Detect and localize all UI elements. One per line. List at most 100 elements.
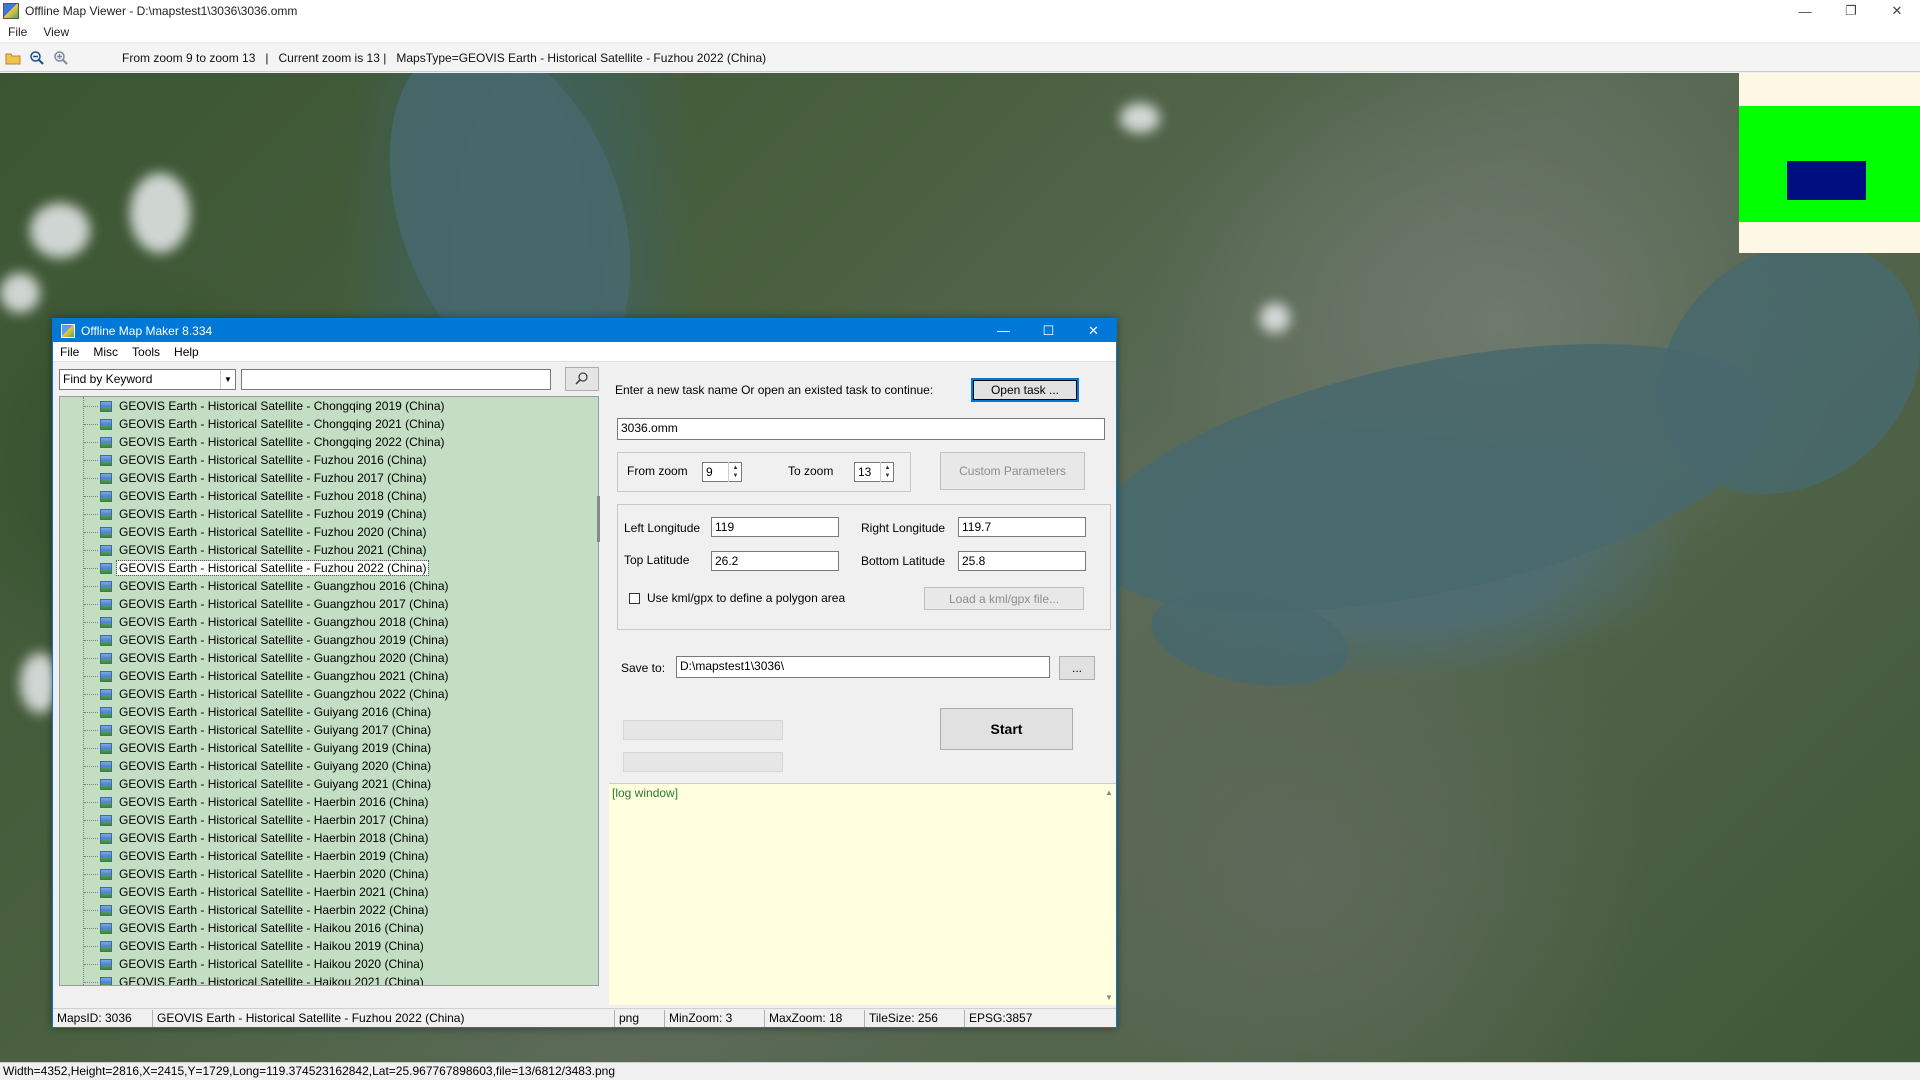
open-task-button[interactable]: Open task ... [971,378,1079,402]
map-layer-icon [100,544,112,556]
tree-item[interactable]: GEOVIS Earth - Historical Satellite - Gu… [60,721,598,739]
tree-item-label: GEOVIS Earth - Historical Satellite - Fu… [119,525,427,539]
tree-item[interactable]: GEOVIS Earth - Historical Satellite - Ha… [60,865,598,883]
maps-list-pane: Find by Keyword ▼ GEOVIS Earth - Histori… [53,363,601,986]
zoom-out-icon[interactable] [26,47,48,69]
map-layer-icon [100,670,112,682]
dialog-minimize-button[interactable]: — [981,319,1026,342]
status-epsg: EPSG:3857 [969,1010,1033,1025]
menu-help[interactable]: Help [167,345,206,359]
left-longitude-field[interactable]: 119 [711,517,839,537]
from-zoom-stepper[interactable]: ▲ ▼ [728,462,742,482]
map-layer-icon [100,814,112,826]
restore-button[interactable]: ❐ [1828,0,1874,22]
task-name-field[interactable]: 3036.omm [617,418,1105,440]
area-group: Left Longitude 119 Right Longitude 119.7… [617,504,1111,630]
tree-item[interactable]: GEOVIS Earth - Historical Satellite - Ha… [60,883,598,901]
tree-item[interactable]: GEOVIS Earth - Historical Satellite - Ha… [60,973,598,986]
custom-parameters-button[interactable]: Custom Parameters [940,452,1085,490]
tree-scrollbar[interactable] [596,396,601,986]
menu-file[interactable]: File [53,345,86,359]
tree-item[interactable]: GEOVIS Earth - Historical Satellite - Fu… [60,487,598,505]
tree-item[interactable]: GEOVIS Earth - Historical Satellite - Gu… [60,595,598,613]
tree-item[interactable]: GEOVIS Earth - Historical Satellite - Gu… [60,613,598,631]
load-kml-button[interactable]: Load a kml/gpx file... [924,587,1084,610]
save-to-field[interactable]: D:\mapstest1\3036\ [676,656,1050,678]
map-layer-icon [100,832,112,844]
tree-item[interactable]: GEOVIS Earth - Historical Satellite - Gu… [60,631,598,649]
search-input[interactable] [241,369,551,390]
tree-item[interactable]: GEOVIS Earth - Historical Satellite - Gu… [60,649,598,667]
tree-item[interactable]: GEOVIS Earth - Historical Satellite - Ha… [60,955,598,973]
zoom-in-icon[interactable] [50,47,72,69]
map-layer-icon [100,886,112,898]
search-button[interactable] [565,367,599,391]
find-mode-select[interactable]: Find by Keyword ▼ [59,369,236,390]
tree-item-label: GEOVIS Earth - Historical Satellite - Gu… [119,759,432,773]
from-zoom-value: 9 [706,465,713,479]
tree-item-label: GEOVIS Earth - Historical Satellite - Gu… [119,615,449,629]
tree-item-label: GEOVIS Earth - Historical Satellite - Ha… [119,975,424,986]
tree-item[interactable]: GEOVIS Earth - Historical Satellite - Gu… [60,739,598,757]
tree-item[interactable]: GEOVIS Earth - Historical Satellite - Ha… [60,793,598,811]
tree-item[interactable]: GEOVIS Earth - Historical Satellite - Ch… [60,415,598,433]
scroll-down-icon[interactable]: ▼ [1105,993,1113,1002]
browse-button[interactable]: ... [1059,656,1095,680]
kml-polygon-checkbox[interactable] [629,593,640,604]
chevron-down-icon[interactable]: ▼ [220,370,235,389]
menu-view[interactable]: View [35,25,77,39]
tree-item[interactable]: GEOVIS Earth - Historical Satellite - Ha… [60,901,598,919]
log-window[interactable]: [log window] ▲ ▼ [609,783,1116,1005]
tree-item-label: GEOVIS Earth - Historical Satellite - Ch… [119,399,445,413]
tree-item[interactable]: GEOVIS Earth - Historical Satellite - Ch… [60,397,598,415]
to-zoom-stepper[interactable]: ▲ ▼ [880,462,894,482]
tree-item[interactable]: GEOVIS Earth - Historical Satellite - Fu… [60,451,598,469]
tree-item[interactable]: GEOVIS Earth - Historical Satellite - Ha… [60,937,598,955]
map-layer-icon [100,778,112,790]
tree-item[interactable]: GEOVIS Earth - Historical Satellite - Gu… [60,577,598,595]
menu-tools[interactable]: Tools [125,345,167,359]
top-latitude-field[interactable]: 26.2 [711,551,839,571]
tree-item[interactable]: GEOVIS Earth - Historical Satellite - Fu… [60,505,598,523]
minimize-button[interactable]: — [1782,0,1828,22]
minimap-viewport[interactable] [1787,161,1866,200]
tree-item[interactable]: GEOVIS Earth - Historical Satellite - Gu… [60,703,598,721]
map-layer-icon [100,868,112,880]
tree-item[interactable]: GEOVIS Earth - Historical Satellite - Ha… [60,829,598,847]
scrollbar-thumb[interactable] [597,496,600,542]
map-cloud [1120,103,1160,133]
tree-item[interactable]: GEOVIS Earth - Historical Satellite - Fu… [60,541,598,559]
status-tile-size: TileSize: 256 [865,1009,965,1027]
tree-item[interactable]: GEOVIS Earth - Historical Satellite - Fu… [60,559,598,577]
dialog-maximize-button[interactable]: ☐ [1026,319,1071,342]
tree-item[interactable]: GEOVIS Earth - Historical Satellite - Fu… [60,523,598,541]
map-layer-icon [100,580,112,592]
menu-file[interactable]: File [0,25,35,39]
status-maps-name: GEOVIS Earth - Historical Satellite - Fu… [153,1009,615,1027]
close-button[interactable]: ✕ [1874,0,1920,22]
viewer-status-bar: Width=4352,Height=2816,X=2415,Y=1729,Lon… [0,1062,1920,1080]
start-button[interactable]: Start [940,708,1073,750]
tree-item[interactable]: GEOVIS Earth - Historical Satellite - Gu… [60,667,598,685]
scroll-up-icon[interactable]: ▲ [1105,788,1113,797]
maps-tree[interactable]: GEOVIS Earth - Historical Satellite - Ch… [59,396,599,986]
tree-item[interactable]: GEOVIS Earth - Historical Satellite - Ha… [60,847,598,865]
log-scrollbar[interactable]: ▲ ▼ [1102,784,1116,1006]
search-icon [575,371,589,388]
menu-misc[interactable]: Misc [86,345,125,359]
tree-item[interactable]: GEOVIS Earth - Historical Satellite - Ch… [60,433,598,451]
overview-minimap[interactable] [1739,73,1920,253]
tree-item-label: GEOVIS Earth - Historical Satellite - Fu… [119,543,427,557]
tree-item[interactable]: GEOVIS Earth - Historical Satellite - Ha… [60,919,598,937]
open-folder-icon[interactable] [2,47,24,69]
tree-item[interactable]: GEOVIS Earth - Historical Satellite - Gu… [60,757,598,775]
toolbar-separator: | [255,50,279,65]
dialog-close-button[interactable]: ✕ [1071,319,1116,342]
right-longitude-field[interactable]: 119.7 [958,517,1086,537]
tree-item-label: GEOVIS Earth - Historical Satellite - Ha… [119,885,429,899]
tree-item[interactable]: GEOVIS Earth - Historical Satellite - Ha… [60,811,598,829]
tree-item[interactable]: GEOVIS Earth - Historical Satellite - Gu… [60,685,598,703]
tree-item[interactable]: GEOVIS Earth - Historical Satellite - Fu… [60,469,598,487]
tree-item[interactable]: GEOVIS Earth - Historical Satellite - Gu… [60,775,598,793]
bottom-latitude-field[interactable]: 25.8 [958,551,1086,571]
